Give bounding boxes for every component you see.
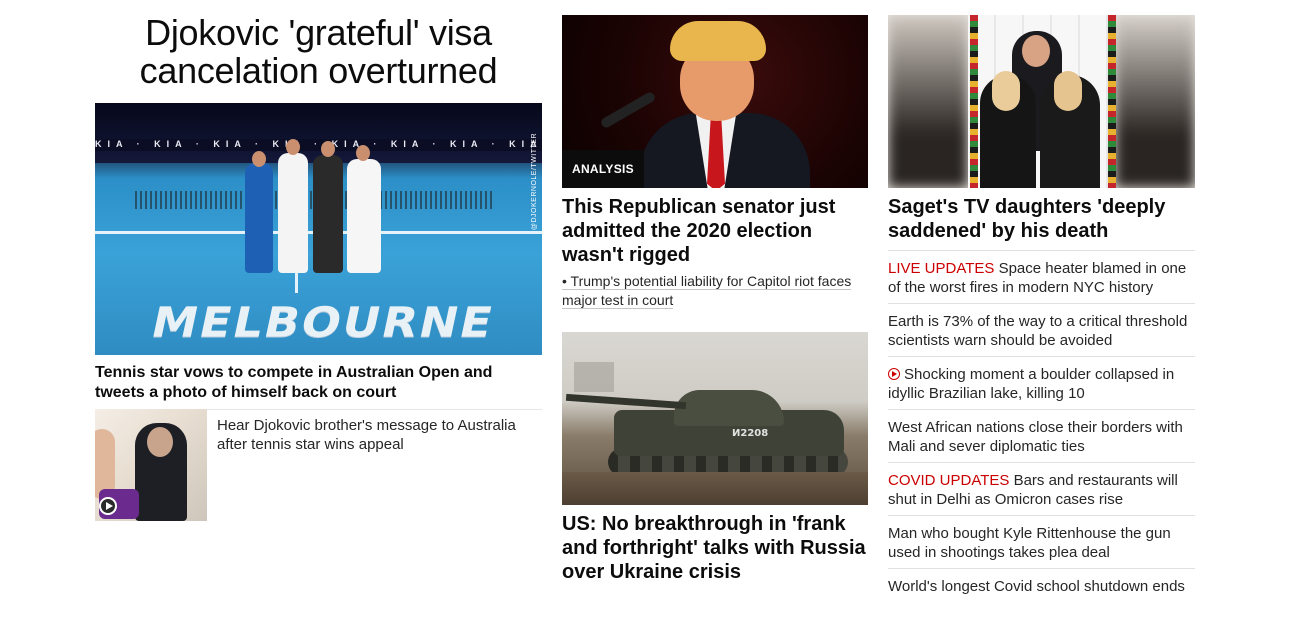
lead-headline[interactable]: Djokovic 'grateful' visa cancelation ove… — [95, 14, 542, 90]
related-link[interactable]: • Trump's potential liability for Capito… — [562, 272, 868, 310]
list-item-text[interactable]: West African nations close their borders… — [888, 419, 1183, 455]
sponsor-banner: KIA · KIA · KIA · KIA · KIA · KIA · KIA … — [95, 139, 542, 151]
play-icon[interactable] — [99, 497, 117, 515]
video-headline[interactable]: Hear Djokovic brother's message to Austr… — [217, 416, 537, 454]
lead-story-column: Djokovic 'grateful' visa cancelation ove… — [95, 14, 542, 521]
live-updates-tag: LIVE UPDATES — [888, 260, 995, 277]
related-link-text[interactable]: • Trump's potential liability for Capito… — [562, 273, 852, 309]
list-item-text[interactable]: Shocking moment a boulder collapsed in i… — [888, 366, 1174, 402]
covid-updates-tag: COVID UPDATES — [888, 472, 1010, 489]
backdrop-logo-stripe — [1108, 15, 1116, 188]
figure-hair — [1054, 71, 1082, 111]
video-play-icon — [888, 368, 900, 380]
tank-turret — [674, 390, 784, 426]
blurred-edge — [888, 15, 968, 188]
person — [347, 159, 381, 273]
court-text-melbourne: MELBOURNE — [147, 297, 499, 347]
tank-marking: И2208 — [732, 428, 769, 439]
ground — [562, 472, 868, 505]
person-head — [356, 145, 370, 161]
analysis-badge: ANALYSIS — [562, 150, 644, 188]
background-tower — [574, 362, 614, 392]
stadium-stands — [95, 103, 542, 163]
photo-credit: @DJOKERNOLE/TWITTER — [531, 133, 538, 231]
list-item-text[interactable]: Man who bought Kyle Rittenhouse the gun … — [888, 525, 1171, 561]
lead-subheadline[interactable]: Tennis star vows to compete in Australia… — [95, 363, 542, 403]
video-thumbnail[interactable] — [95, 409, 207, 521]
list-item[interactable]: Earth is 73% of the way to a critical th… — [888, 303, 1195, 356]
person — [313, 155, 343, 273]
figure-hair — [992, 71, 1020, 111]
thumb-face — [147, 427, 173, 457]
person-head — [252, 151, 266, 167]
list-item[interactable]: Shocking moment a boulder collapsed in i… — [888, 356, 1195, 409]
backdrop-logo-stripe — [970, 15, 978, 188]
list-item[interactable]: COVID UPDATES Bars and restaurants will … — [888, 462, 1195, 515]
figure-face — [1022, 35, 1050, 67]
microphone — [599, 90, 657, 130]
headline-list: LIVE UPDATES Space heater blamed in one … — [888, 250, 1195, 604]
tank-barrel — [565, 393, 687, 410]
person — [278, 153, 308, 273]
tank-photo[interactable]: И2208 — [562, 332, 868, 505]
person — [245, 163, 273, 273]
list-item-text[interactable]: Earth is 73% of the way to a critical th… — [888, 313, 1187, 349]
list-item-text[interactable]: World's longest Covid school shutdown en… — [888, 578, 1185, 595]
list-item[interactable]: West African nations close their borders… — [888, 409, 1195, 462]
list-item[interactable]: Man who bought Kyle Rittenhouse the gun … — [888, 515, 1195, 568]
list-item[interactable]: LIVE UPDATES Space heater blamed in one … — [888, 250, 1195, 303]
figure-hair — [670, 21, 766, 61]
senator-headline[interactable]: This Republican senator just admitted th… — [562, 195, 868, 267]
saget-headline[interactable]: Saget's TV daughters 'deeply saddened' b… — [888, 195, 1195, 243]
saget-photo[interactable] — [888, 15, 1195, 188]
trump-photo[interactable]: ANALYSIS — [562, 15, 868, 188]
russia-headline[interactable]: US: No breakthrough in 'frank and forthr… — [562, 512, 868, 584]
list-item[interactable]: World's longest Covid school shutdown en… — [888, 568, 1195, 604]
person-head — [321, 141, 335, 157]
person-head — [286, 139, 300, 155]
blurred-edge — [1115, 15, 1195, 188]
djokovic-court-photo[interactable]: KIA · KIA · KIA · KIA · KIA · KIA · KIA … — [95, 103, 542, 355]
